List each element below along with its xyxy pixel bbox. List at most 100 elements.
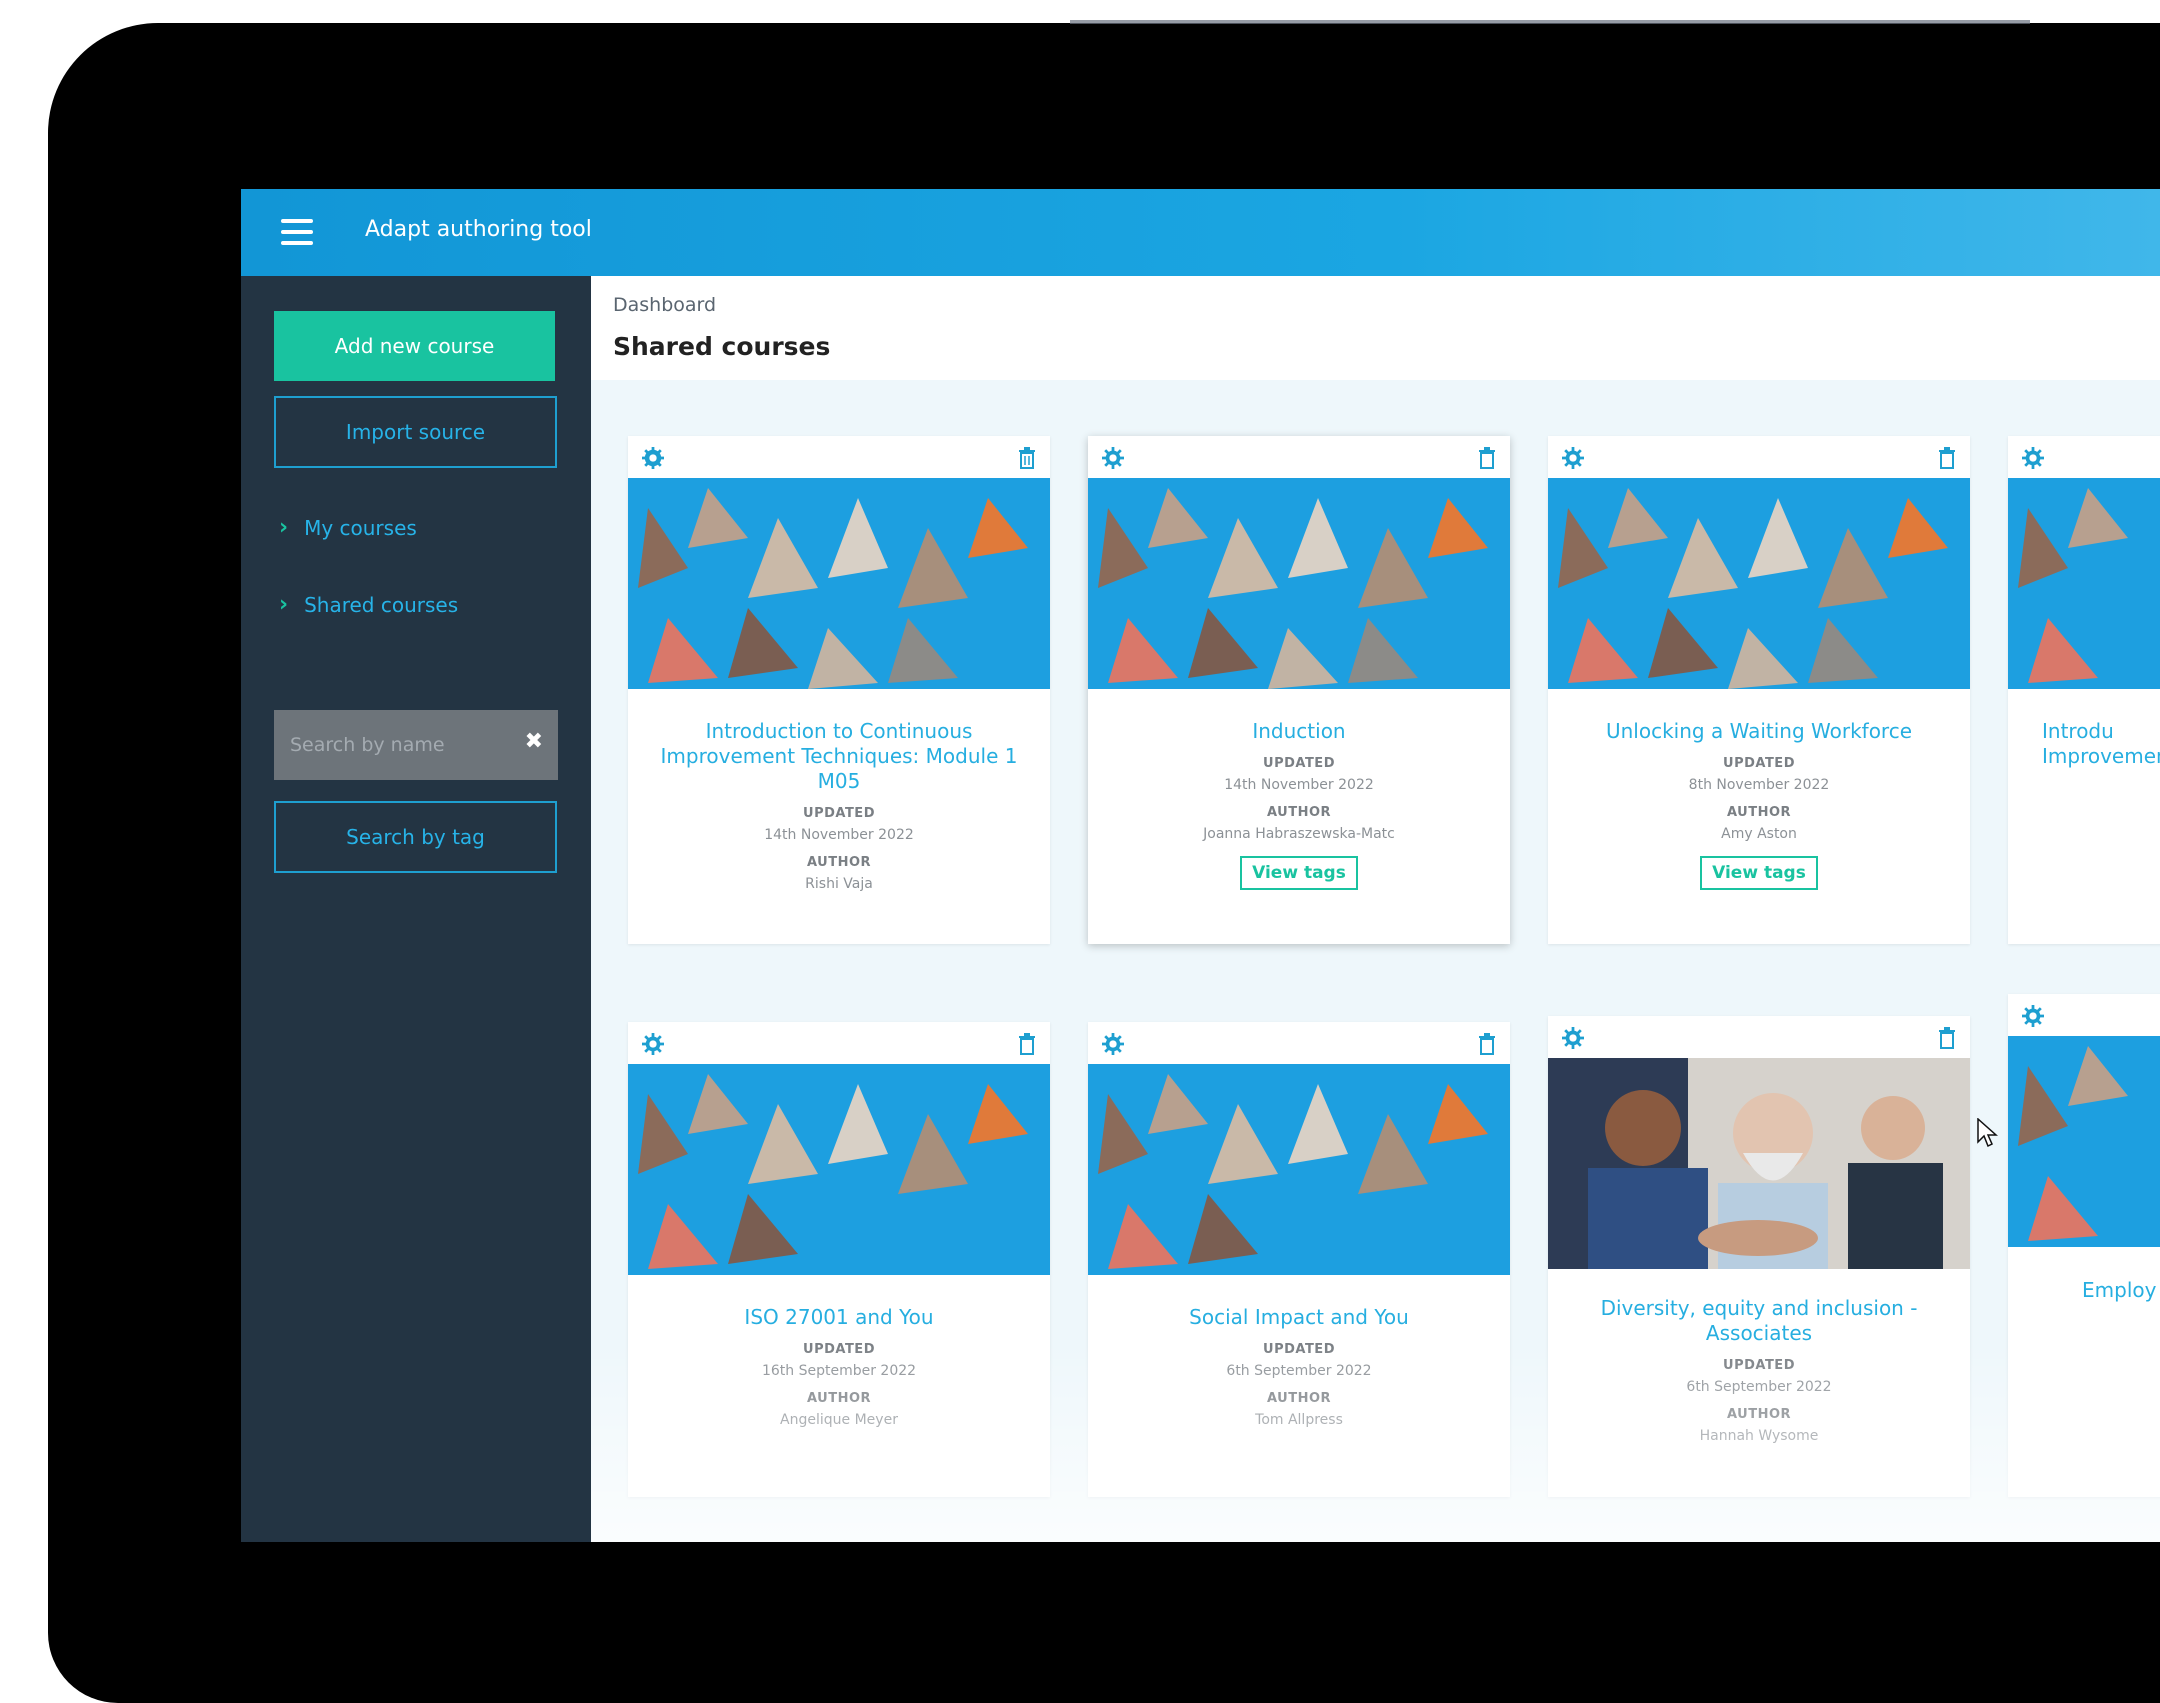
course-title[interactable]: Introdu Improvemen [2042, 719, 2160, 769]
course-title[interactable]: Employ [2082, 1278, 2160, 1303]
author-label: AUTHOR [1266, 1391, 1332, 1406]
course-card[interactable]: Induction UPDATED 14th November 2022 AUT… [1088, 436, 1510, 944]
course-title[interactable]: ISO 27001 and You [628, 1305, 1050, 1330]
course-thumbnail-origami [1088, 1064, 1510, 1275]
card-header [628, 1022, 1050, 1064]
gear-icon[interactable] [1102, 447, 1124, 469]
gear-icon[interactable] [1102, 1033, 1124, 1055]
card-header [1548, 436, 1970, 478]
course-title[interactable]: Introduction to Continuous Improvement T… [628, 719, 1050, 794]
view-tags-button[interactable]: View tags [1240, 856, 1358, 890]
updated-date: 14th November 2022 [1224, 777, 1374, 793]
card-header [628, 436, 1050, 478]
author-label: AUTHOR [806, 1391, 872, 1406]
chevron-right-icon: › [279, 515, 289, 540]
sidebar-item-label: My courses [304, 515, 417, 540]
course-thumbnail-business-meeting [1548, 1058, 1970, 1269]
hamburger-menu-icon[interactable] [281, 219, 313, 245]
course-card[interactable]: Unlocking a Waiting Workforce UPDATED 8t… [1548, 436, 1970, 944]
author-name: Joanna Habraszewska-Matc [1203, 826, 1395, 842]
card-body: Employ [2008, 1278, 2160, 1303]
author-name: Angelique Meyer [780, 1412, 898, 1428]
gear-icon[interactable] [642, 1033, 664, 1055]
search-by-tag-button[interactable]: Search by tag [274, 801, 557, 873]
author-label: AUTHOR [806, 855, 872, 870]
trash-icon[interactable] [1018, 447, 1036, 469]
main-content: Dashboard Shared courses Introduction to… [591, 276, 2160, 1542]
course-title[interactable]: Social Impact and You [1088, 1305, 1510, 1330]
view-tags-button[interactable]: View tags [1700, 856, 1818, 890]
card-body: Unlocking a Waiting Workforce UPDATED 8t… [1548, 719, 1970, 890]
card-header [2008, 994, 2160, 1036]
sidebar-item-shared-courses[interactable]: › Shared courses [279, 592, 458, 617]
updated-date: 6th September 2022 [1686, 1379, 1832, 1395]
sidebar-item-label: Shared courses [304, 592, 459, 617]
chevron-right-icon: › [279, 592, 289, 617]
updated-date: 14th November 2022 [764, 827, 914, 843]
updated-label: UPDATED [803, 1342, 875, 1357]
trash-icon[interactable] [1478, 447, 1496, 469]
gear-icon[interactable] [1562, 1027, 1584, 1049]
card-body: Introduction to Continuous Improvement T… [628, 719, 1050, 892]
trash-icon[interactable] [1478, 1033, 1496, 1055]
trash-icon[interactable] [1938, 1027, 1956, 1049]
author-name: Hannah Wysome [1699, 1428, 1819, 1444]
course-card[interactable]: Social Impact and You UPDATED 6th Septem… [1088, 1022, 1510, 1497]
updated-label: UPDATED [1263, 1342, 1335, 1357]
app-screen: Adapt authoring tool Add new course Impo… [241, 189, 2160, 1542]
card-body: Social Impact and You UPDATED 6th Septem… [1088, 1305, 1510, 1428]
course-card[interactable]: Introdu Improvemen [2008, 436, 2160, 944]
card-body: ISO 27001 and You UPDATED 16th September… [628, 1305, 1050, 1428]
content-header: Dashboard Shared courses [591, 276, 2160, 380]
sidebar: Add new course Import source › My course… [241, 276, 591, 1542]
course-title[interactable]: Diversity, equity and inclusion - Associ… [1548, 1296, 1970, 1346]
card-header [2008, 436, 2160, 478]
author-name: Tom Allpress [1255, 1412, 1343, 1428]
card-body: Diversity, equity and inclusion - Associ… [1548, 1296, 1970, 1444]
card-body: Introdu Improvemen [2008, 719, 2160, 769]
updated-date: 8th November 2022 [1688, 777, 1830, 793]
course-thumbnail-origami [628, 478, 1050, 689]
gear-icon[interactable] [1562, 447, 1584, 469]
course-thumbnail-origami [1548, 478, 1970, 689]
card-header [1548, 1016, 1970, 1058]
frame-highlight [1070, 20, 2030, 24]
updated-label: UPDATED [803, 806, 875, 821]
author-label: AUTHOR [1266, 805, 1332, 820]
card-header [1088, 436, 1510, 478]
course-thumbnail-origami [628, 1064, 1050, 1275]
gear-icon[interactable] [2022, 447, 2044, 469]
author-label: AUTHOR [1726, 805, 1792, 820]
sidebar-item-my-courses[interactable]: › My courses [279, 515, 417, 540]
author-name: Rishi Vaja [805, 876, 873, 892]
course-thumbnail-origami [2008, 478, 2160, 689]
trash-icon[interactable] [1018, 1033, 1036, 1055]
add-new-course-button[interactable]: Add new course [274, 311, 555, 381]
course-thumbnail-origami [2008, 1036, 2160, 1247]
course-card[interactable]: Introduction to Continuous Improvement T… [628, 436, 1050, 944]
course-title[interactable]: Unlocking a Waiting Workforce [1548, 719, 1970, 744]
updated-date: 16th September 2022 [761, 1363, 917, 1379]
card-body: Induction UPDATED 14th November 2022 AUT… [1088, 719, 1510, 890]
search-input[interactable] [274, 733, 512, 757]
clear-search-icon[interactable]: ✖ [525, 729, 543, 754]
search-by-name-box: ✖ [274, 710, 558, 780]
course-card[interactable]: ISO 27001 and You UPDATED 16th September… [628, 1022, 1050, 1497]
top-bar: Adapt authoring tool [241, 189, 2160, 276]
course-thumbnail-origami [1088, 478, 1510, 689]
mouse-cursor-icon [1977, 1118, 1998, 1148]
updated-label: UPDATED [1723, 1358, 1795, 1373]
app-title: Adapt authoring tool [365, 217, 592, 242]
course-card[interactable]: Diversity, equity and inclusion - Associ… [1548, 1016, 1970, 1497]
course-card[interactable]: Employ [2008, 994, 2160, 1497]
gear-icon[interactable] [2022, 1005, 2044, 1027]
updated-label: UPDATED [1723, 756, 1795, 771]
gear-icon[interactable] [642, 447, 664, 469]
trash-icon[interactable] [1938, 447, 1956, 469]
import-source-button[interactable]: Import source [274, 396, 557, 468]
breadcrumb[interactable]: Dashboard [613, 294, 716, 316]
updated-label: UPDATED [1263, 756, 1335, 771]
author-label: AUTHOR [1726, 1407, 1792, 1422]
updated-date: 6th September 2022 [1226, 1363, 1372, 1379]
course-title[interactable]: Induction [1088, 719, 1510, 744]
